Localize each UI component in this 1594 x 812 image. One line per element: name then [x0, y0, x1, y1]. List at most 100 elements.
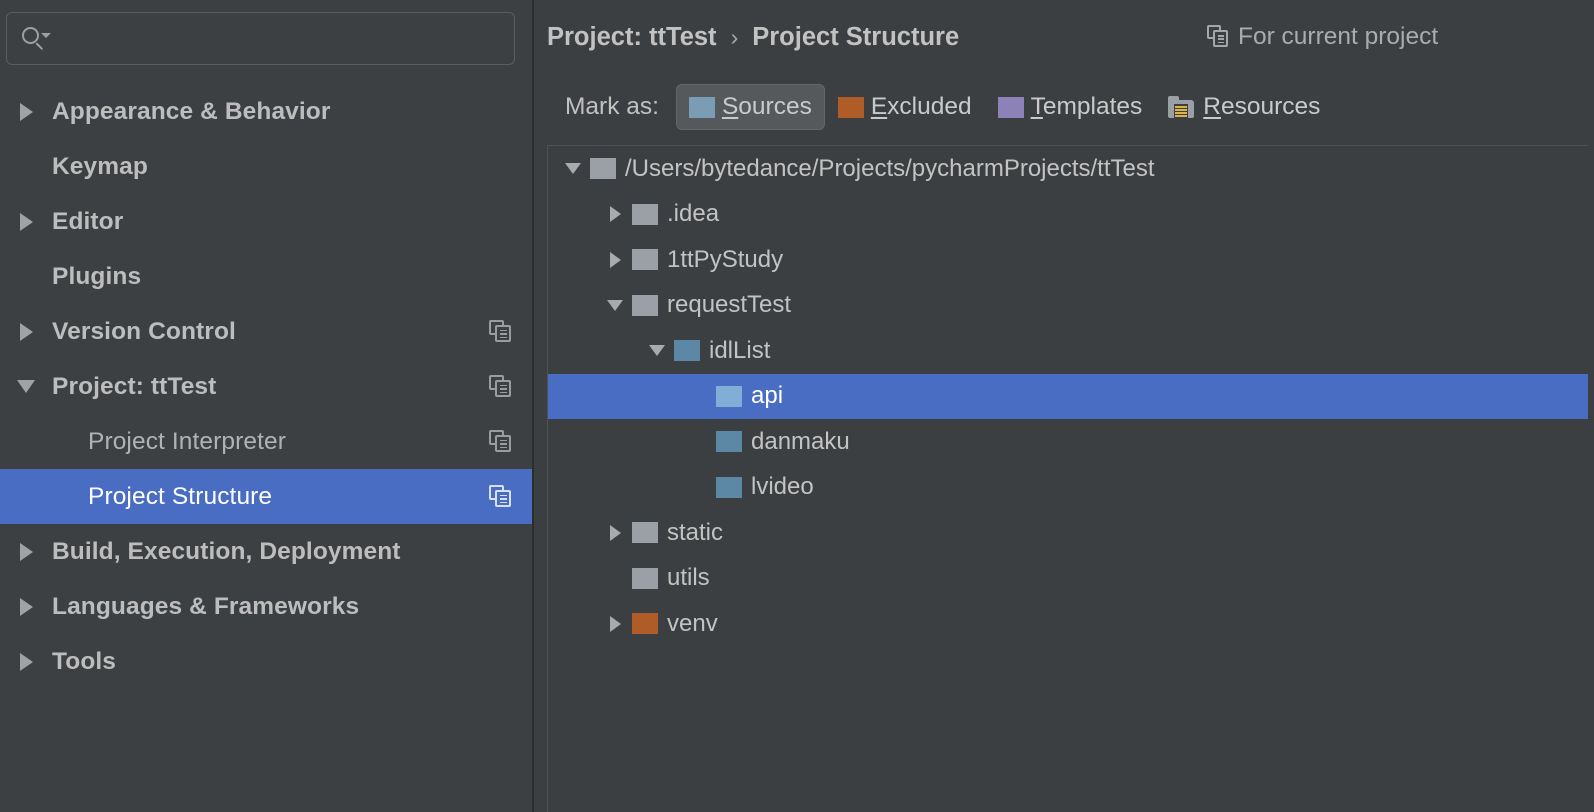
tree-row[interactable]: api — [548, 373, 1588, 419]
sidebar-item-plugins[interactable]: Plugins — [0, 249, 532, 304]
chevron-down-icon — [41, 32, 51, 38]
tree-row[interactable]: danmaku — [548, 419, 1588, 465]
search-input[interactable] — [47, 25, 514, 52]
breadcrumb-leaf: Project Structure — [752, 22, 960, 51]
sidebar-item-project-interpreter[interactable]: Project Interpreter — [0, 414, 532, 469]
sidebar-item-label: Plugins — [52, 262, 142, 290]
tree-row-label: api — [751, 382, 784, 410]
sidebar-item-version-control[interactable]: Version Control — [0, 304, 532, 359]
chevron-right-icon[interactable] — [598, 251, 632, 268]
chevron-right-icon[interactable] — [598, 206, 632, 223]
sidebar-item-label: Version Control — [52, 317, 236, 345]
chevron-right-icon[interactable] — [598, 524, 632, 541]
folder-gray-icon — [632, 294, 658, 316]
mark-as-button-label: Sources — [721, 93, 812, 120]
sidebar-item-languages-frameworks[interactable]: Languages & Frameworks — [0, 579, 532, 634]
mark-as-excluded-button[interactable]: Excluded — [825, 84, 985, 130]
sidebar-item-tools[interactable]: Tools — [0, 634, 532, 689]
project-structure-tree[interactable]: /Users/bytedance/Projects/pycharmProject… — [547, 145, 1588, 812]
folder-gray-icon — [632, 567, 658, 589]
copy-settings-icon[interactable] — [489, 374, 513, 399]
mark-as-label: Mark as: — [565, 93, 659, 120]
folder-sources-icon — [688, 96, 715, 118]
mark-as-toolbar: Mark as: Sources Excluded Templates Resourc… — [534, 74, 1594, 140]
folder-blue-icon — [716, 431, 742, 453]
search-container — [0, 0, 532, 65]
folder-gray-icon — [590, 158, 616, 180]
sidebar-item-label: Editor — [52, 207, 124, 235]
chevron-down-icon[interactable] — [640, 345, 674, 357]
folder-gray-icon — [632, 203, 658, 225]
breadcrumb-root[interactable]: Project: ttTest — [547, 23, 717, 52]
tree-row-label: 1ttPyStudy — [667, 245, 784, 273]
folder-templates-icon — [997, 96, 1024, 118]
tree-row-label: venv — [667, 609, 718, 637]
chevron-right-icon[interactable] — [598, 615, 632, 632]
settings-nav-list: Appearance & Behavior Keymap Editor Plugins… — [0, 84, 532, 689]
sidebar-item-project-tttest[interactable]: Project: ttTest — [0, 359, 532, 414]
chevron-right-icon[interactable] — [0, 597, 52, 616]
copy-settings-icon[interactable] — [489, 429, 513, 454]
settings-search-box[interactable] — [6, 12, 515, 65]
chevron-down-icon[interactable] — [598, 299, 632, 311]
folder-blue-icon — [674, 340, 700, 362]
folder-gray-icon — [632, 249, 658, 271]
tree-row-label: danmaku — [751, 427, 850, 455]
tree-row-label: .idea — [667, 200, 720, 228]
breadcrumb-separator: › — [730, 23, 739, 50]
mark-as-resources-button[interactable]: Resources — [1155, 84, 1333, 130]
folder-blue-icon — [716, 476, 742, 498]
mark-as-button-label: Excluded — [870, 93, 972, 120]
tree-row[interactable]: lvideo — [548, 465, 1588, 511]
main-panel: Project: ttTest › Project Structure For … — [534, 0, 1594, 812]
chevron-right-icon[interactable] — [0, 542, 52, 561]
folder-excluded-icon — [632, 613, 658, 635]
tree-row-label: requestTest — [667, 291, 792, 319]
tree-row-label: utils — [667, 564, 710, 592]
tree-row-label: /Users/bytedance/Projects/pycharmProject… — [625, 154, 1155, 182]
sidebar-item-build-execution-deployment[interactable]: Build, Execution, Deployment — [0, 524, 532, 579]
mark-as-templates-button[interactable]: Templates — [985, 84, 1156, 130]
sidebar-item-label: Build, Execution, Deployment — [52, 537, 401, 565]
tree-row[interactable]: .idea — [548, 192, 1588, 238]
tree-row[interactable]: idlList — [548, 328, 1588, 374]
copy-settings-icon[interactable] — [489, 319, 513, 344]
sidebar-item-label: Project Structure — [88, 482, 273, 510]
chevron-right-icon[interactable] — [0, 212, 52, 231]
sidebar-item-label: Project Interpreter — [88, 427, 286, 455]
tree-row[interactable]: static — [548, 510, 1588, 556]
chevron-right-icon[interactable] — [0, 102, 52, 121]
folder-resources-icon — [1168, 96, 1196, 118]
tree-row[interactable]: 1ttPyStudy — [548, 237, 1588, 283]
sidebar-item-editor[interactable]: Editor — [0, 194, 532, 249]
sidebar-item-keymap[interactable]: Keymap — [0, 139, 532, 194]
sidebar-item-label: Languages & Frameworks — [52, 592, 360, 620]
sidebar-item-project-structure[interactable]: Project Structure — [0, 469, 532, 524]
chevron-right-icon[interactable] — [0, 652, 52, 671]
sidebar-item-label: Project: ttTest — [52, 372, 217, 400]
copy-pages-icon — [1207, 25, 1229, 49]
breadcrumb: Project: ttTest › Project Structure For … — [534, 0, 1594, 74]
sidebar-item-label: Keymap — [52, 152, 148, 180]
mark-as-sources-button[interactable]: Sources — [675, 84, 825, 130]
mark-as-button-label: Resources — [1203, 93, 1321, 120]
tree-row-label: static — [667, 518, 724, 546]
for-current-project[interactable]: For current project — [1207, 23, 1438, 51]
tree-row-label: idlList — [709, 336, 771, 364]
tree-row[interactable]: utils — [548, 556, 1588, 602]
chevron-down-icon[interactable] — [0, 380, 52, 393]
mark-as-button-label: Templates — [1030, 93, 1143, 120]
tree-row[interactable]: requestTest — [548, 283, 1588, 329]
for-current-project-label: For current project — [1238, 23, 1439, 50]
tree-row-label: lvideo — [751, 473, 814, 501]
folder-excluded-icon — [837, 96, 864, 118]
settings-sidebar: Appearance & Behavior Keymap Editor Plugins… — [0, 0, 532, 812]
sidebar-item-appearance-behavior[interactable]: Appearance & Behavior — [0, 84, 532, 139]
tree-row[interactable]: /Users/bytedance/Projects/pycharmProject… — [548, 146, 1588, 192]
settings-dialog: Appearance & Behavior Keymap Editor Plugins… — [0, 0, 1594, 812]
sidebar-item-label: Tools — [52, 647, 117, 675]
chevron-right-icon[interactable] — [0, 322, 52, 341]
tree-row[interactable]: venv — [548, 601, 1588, 647]
copy-settings-icon[interactable] — [489, 484, 513, 509]
chevron-down-icon[interactable] — [556, 163, 590, 175]
